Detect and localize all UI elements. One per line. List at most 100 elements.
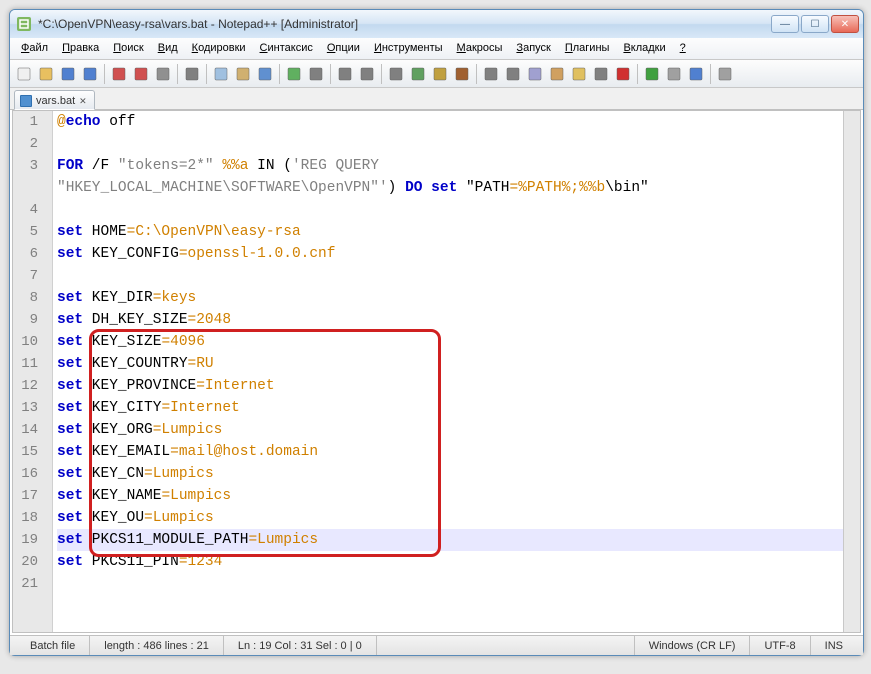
save-icon[interactable] bbox=[58, 64, 78, 84]
line-number: 3 bbox=[13, 155, 52, 177]
code-line[interactable]: @echo off bbox=[57, 111, 856, 133]
statusbar: Batch file length : 486 lines : 21 Ln : … bbox=[10, 635, 863, 655]
menu-item-8[interactable]: Макросы bbox=[450, 38, 510, 59]
code-line[interactable]: FOR /F "tokens=2*" %%a IN ('REG QUERY bbox=[57, 155, 856, 177]
code-line[interactable]: set KEY_CONFIG=openssl-1.0.0.cnf bbox=[57, 243, 856, 265]
toolbar-separator bbox=[710, 64, 711, 84]
lang-icon[interactable] bbox=[503, 64, 523, 84]
word-wrap-icon[interactable] bbox=[430, 64, 450, 84]
zoom-in-icon[interactable] bbox=[357, 64, 377, 84]
copy-icon[interactable] bbox=[211, 64, 231, 84]
code-line[interactable] bbox=[57, 133, 856, 155]
code-line[interactable]: set DH_KEY_SIZE=2048 bbox=[57, 309, 856, 331]
code-line[interactable]: set KEY_OU=Lumpics bbox=[57, 507, 856, 529]
code-line[interactable]: "HKEY_LOCAL_MACHINE\SOFTWARE\OpenVPN"') … bbox=[57, 177, 856, 199]
toolbar-separator bbox=[381, 64, 382, 84]
monitor-icon[interactable] bbox=[591, 64, 611, 84]
undo-icon[interactable] bbox=[255, 64, 275, 84]
menu-item-7[interactable]: Инструменты bbox=[367, 38, 450, 59]
code-line[interactable]: set KEY_SIZE=4096 bbox=[57, 331, 856, 353]
status-filetype: Batch file bbox=[16, 636, 90, 655]
window-buttons: — ☐ ✕ bbox=[771, 15, 859, 33]
line-number: 18 bbox=[13, 507, 52, 529]
tab-label: vars.bat bbox=[36, 95, 75, 107]
code-line[interactable]: set HOME=C:\OpenVPN\easy-rsa bbox=[57, 221, 856, 243]
line-number: 11 bbox=[13, 353, 52, 375]
find-icon[interactable] bbox=[306, 64, 326, 84]
open-icon[interactable] bbox=[36, 64, 56, 84]
code-line[interactable]: set KEY_PROVINCE=Internet bbox=[57, 375, 856, 397]
line-number: 5 bbox=[13, 221, 52, 243]
vertical-scrollbar[interactable] bbox=[843, 111, 860, 632]
arrow-icon[interactable] bbox=[715, 64, 735, 84]
toolbar-separator bbox=[206, 64, 207, 84]
code-line[interactable] bbox=[57, 199, 856, 221]
code-line[interactable]: set KEY_NAME=Lumpics bbox=[57, 485, 856, 507]
play-icon[interactable] bbox=[642, 64, 662, 84]
status-position: Ln : 19 Col : 31 Sel : 0 | 0 bbox=[224, 636, 377, 655]
menu-item-4[interactable]: Кодировки bbox=[185, 38, 253, 59]
close-all-icon[interactable] bbox=[131, 64, 151, 84]
line-number: 12 bbox=[13, 375, 52, 397]
play-mult-icon[interactable] bbox=[664, 64, 684, 84]
line-gutter: 123456789101112131415161718192021 bbox=[13, 111, 53, 632]
menu-item-0[interactable]: Файл bbox=[14, 38, 55, 59]
close-button[interactable]: ✕ bbox=[831, 15, 859, 33]
toolbar-separator bbox=[104, 64, 105, 84]
status-eol: Windows (CR LF) bbox=[635, 636, 751, 655]
code-line[interactable]: set PKCS11_PIN=1234 bbox=[57, 551, 856, 573]
titlebar[interactable]: *C:\OpenVPN\easy-rsa\vars.bat - Notepad+… bbox=[10, 10, 863, 38]
menu-item-3[interactable]: Вид bbox=[151, 38, 185, 59]
save-all-icon[interactable] bbox=[80, 64, 100, 84]
show-all-icon[interactable] bbox=[452, 64, 472, 84]
menu-item-11[interactable]: Вкладки bbox=[616, 38, 672, 59]
replace-icon[interactable] bbox=[335, 64, 355, 84]
record-icon[interactable] bbox=[613, 64, 633, 84]
code-line[interactable]: set KEY_CITY=Internet bbox=[57, 397, 856, 419]
maximize-button[interactable]: ☐ bbox=[801, 15, 829, 33]
window-title: *C:\OpenVPN\easy-rsa\vars.bat - Notepad+… bbox=[38, 17, 771, 31]
new-icon[interactable] bbox=[14, 64, 34, 84]
menu-item-9[interactable]: Запуск bbox=[509, 38, 557, 59]
code-line[interactable]: set KEY_ORG=Lumpics bbox=[57, 419, 856, 441]
menu-item-10[interactable]: Плагины bbox=[558, 38, 617, 59]
menu-item-2[interactable]: Поиск bbox=[106, 38, 150, 59]
redo-icon[interactable] bbox=[284, 64, 304, 84]
func-list-icon[interactable] bbox=[547, 64, 567, 84]
tab-vars-bat[interactable]: vars.bat ✕ bbox=[14, 90, 95, 110]
line-number: 6 bbox=[13, 243, 52, 265]
sync-icon[interactable] bbox=[408, 64, 428, 84]
code-line[interactable]: set PKCS11_MODULE_PATH=Lumpics bbox=[57, 529, 856, 551]
paste-icon[interactable] bbox=[233, 64, 253, 84]
line-number: 21 bbox=[13, 573, 52, 595]
zoom-out-icon[interactable] bbox=[386, 64, 406, 84]
minimize-button[interactable]: — bbox=[771, 15, 799, 33]
indent-guide-icon[interactable] bbox=[481, 64, 501, 84]
line-number: 15 bbox=[13, 441, 52, 463]
tab-close-icon[interactable]: ✕ bbox=[79, 96, 89, 106]
macro-icon[interactable] bbox=[686, 64, 706, 84]
line-number: 4 bbox=[13, 199, 52, 221]
menu-item-5[interactable]: Синтаксис bbox=[253, 38, 320, 59]
cut-icon[interactable] bbox=[182, 64, 202, 84]
close-icon[interactable] bbox=[109, 64, 129, 84]
line-number: 10 bbox=[13, 331, 52, 353]
menu-item-1[interactable]: Правка bbox=[55, 38, 106, 59]
code-line[interactable]: set KEY_DIR=keys bbox=[57, 287, 856, 309]
code-line[interactable]: set KEY_EMAIL=mail@host.domain bbox=[57, 441, 856, 463]
line-number bbox=[13, 177, 52, 199]
line-number: 19 bbox=[13, 529, 52, 551]
code-line[interactable]: set KEY_COUNTRY=RU bbox=[57, 353, 856, 375]
code-line[interactable] bbox=[57, 265, 856, 287]
folder-icon[interactable] bbox=[569, 64, 589, 84]
line-number: 2 bbox=[13, 133, 52, 155]
code-line[interactable]: set KEY_CN=Lumpics bbox=[57, 463, 856, 485]
menubar: ФайлПравкаПоискВидКодировкиСинтаксисОпци… bbox=[10, 38, 863, 60]
code-line[interactable] bbox=[57, 573, 856, 595]
doc-map-icon[interactable] bbox=[525, 64, 545, 84]
menu-item-6[interactable]: Опции bbox=[320, 38, 367, 59]
code-area[interactable]: @echo off FOR /F "tokens=2*" %%a IN ('REG… bbox=[53, 111, 860, 632]
print-icon[interactable] bbox=[153, 64, 173, 84]
toolbar bbox=[10, 60, 863, 88]
menu-item-12[interactable]: ? bbox=[673, 38, 693, 59]
